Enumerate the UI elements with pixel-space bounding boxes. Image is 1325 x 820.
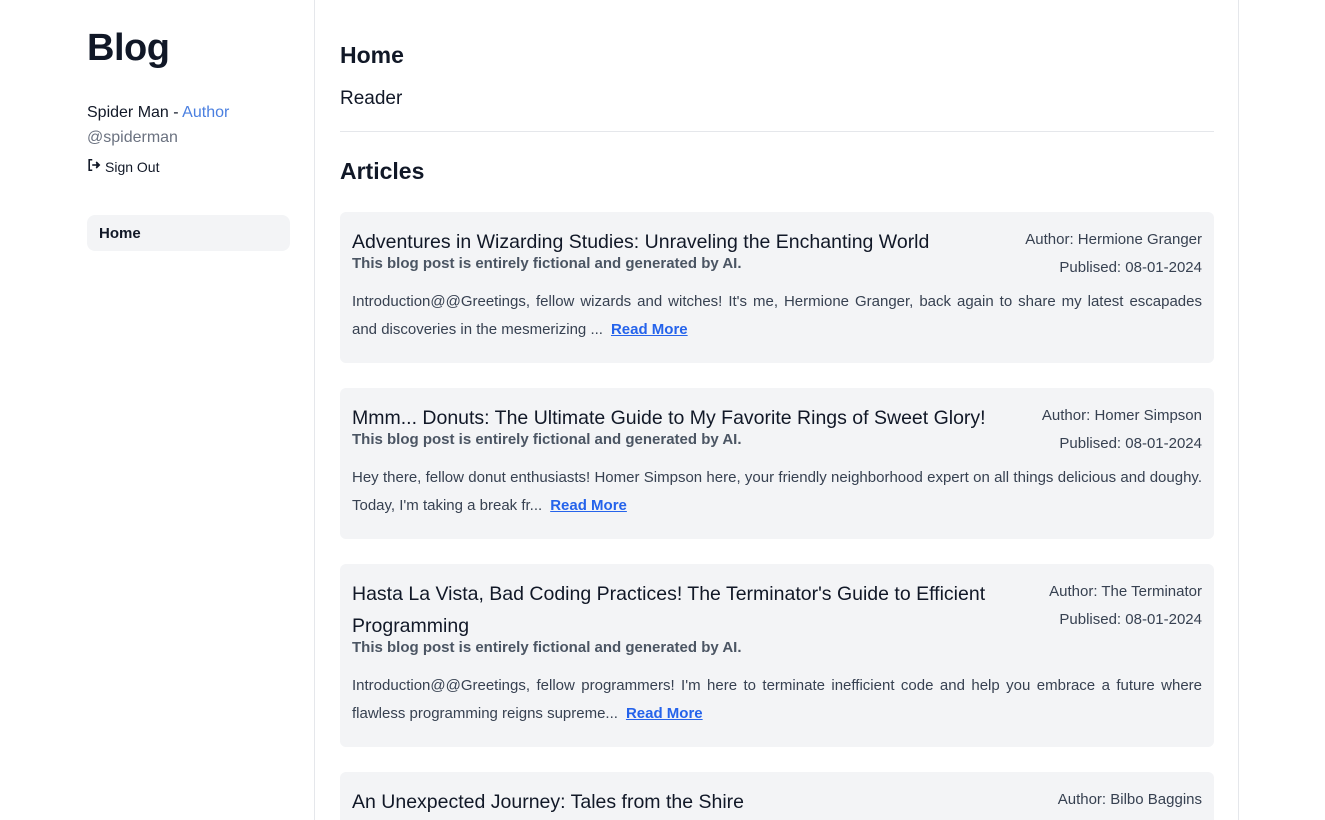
- user-handle: @spiderman: [87, 129, 178, 146]
- divider: [314, 0, 315, 820]
- section-title: Articles: [340, 158, 425, 184]
- article-excerpt-text: Introduction@@Greetings, fellow programm…: [352, 677, 1202, 722]
- user-name: Spider Man: [87, 104, 169, 121]
- article-meta: Author: Hermione Granger Publised: 08-01…: [1025, 226, 1202, 282]
- article-title: An Unexpected Journey: Tales from the Sh…: [352, 791, 745, 813]
- user-role: Author: [182, 104, 230, 121]
- divider: [340, 131, 1214, 132]
- page-title: Home: [340, 42, 404, 68]
- article-card: An Unexpected Journey: Tales from the Sh…: [340, 772, 1214, 820]
- article-card: Adventures in Wizarding Studies: Unravel…: [340, 212, 1214, 363]
- main-content: Home Reader Articles Adventures in Wizar…: [340, 0, 1214, 820]
- sidebar-item-home[interactable]: Home: [87, 215, 290, 251]
- user-separator: -: [168, 104, 183, 121]
- divider: [1238, 0, 1239, 820]
- article-excerpt: Introduction@@Greetings, fellow programm…: [352, 672, 1202, 728]
- article-author: Author: The Terminator: [1049, 583, 1202, 600]
- read-more-link[interactable]: Read More: [626, 705, 703, 722]
- sidebar: Blog Spider Man - Author @spiderman Sign…: [87, 0, 290, 820]
- article-card: Hasta La Vista, Bad Coding Practices! Th…: [340, 564, 1214, 747]
- article-author: Author: Bilbo Baggins: [1057, 791, 1202, 808]
- app-layout: Blog Spider Man - Author @spiderman Sign…: [0, 0, 1325, 820]
- sign-out-label: Sign Out: [105, 158, 160, 175]
- read-more-link[interactable]: Read More: [611, 321, 688, 338]
- article-excerpt-text: Hey there, fellow donut enthusiasts! Hom…: [352, 469, 1202, 514]
- article-author: Author: Homer Simpson: [1041, 407, 1202, 424]
- user-info: Spider Man - Author: [87, 104, 229, 122]
- sidebar-item-label: Home: [99, 224, 141, 242]
- sign-out-icon: [87, 158, 101, 175]
- article-published: Publised: 08-01-2024: [1059, 435, 1202, 452]
- sign-out-button[interactable]: Sign Out: [87, 158, 159, 175]
- article-published: Publised: 08-01-2024: [1059, 259, 1202, 276]
- article-meta: Author: Homer Simpson Publised: 08-01-20…: [1042, 402, 1202, 458]
- article-excerpt: Hey there, fellow donut enthusiasts! Hom…: [352, 464, 1202, 520]
- article-published: Publised: 08-01-2024: [1059, 611, 1202, 628]
- article-excerpt: Introduction@@Greetings, fellow wizards …: [352, 288, 1202, 344]
- article-card: Mmm... Donuts: The Ultimate Guide to My …: [340, 388, 1214, 539]
- article-meta: Author: Bilbo Baggins: [1058, 786, 1202, 814]
- article-excerpt-text: Introduction@@Greetings, fellow wizards …: [352, 293, 1202, 338]
- article-title: Hasta La Vista, Bad Coding Practices! Th…: [352, 583, 986, 637]
- page-subtitle: Reader: [340, 88, 403, 109]
- read-more-link[interactable]: Read More: [550, 497, 627, 514]
- article-author: Author: Hermione Granger: [1025, 231, 1202, 248]
- blog-title: Blog: [87, 27, 170, 69]
- article-meta: Author: The Terminator Publised: 08-01-2…: [1049, 578, 1202, 634]
